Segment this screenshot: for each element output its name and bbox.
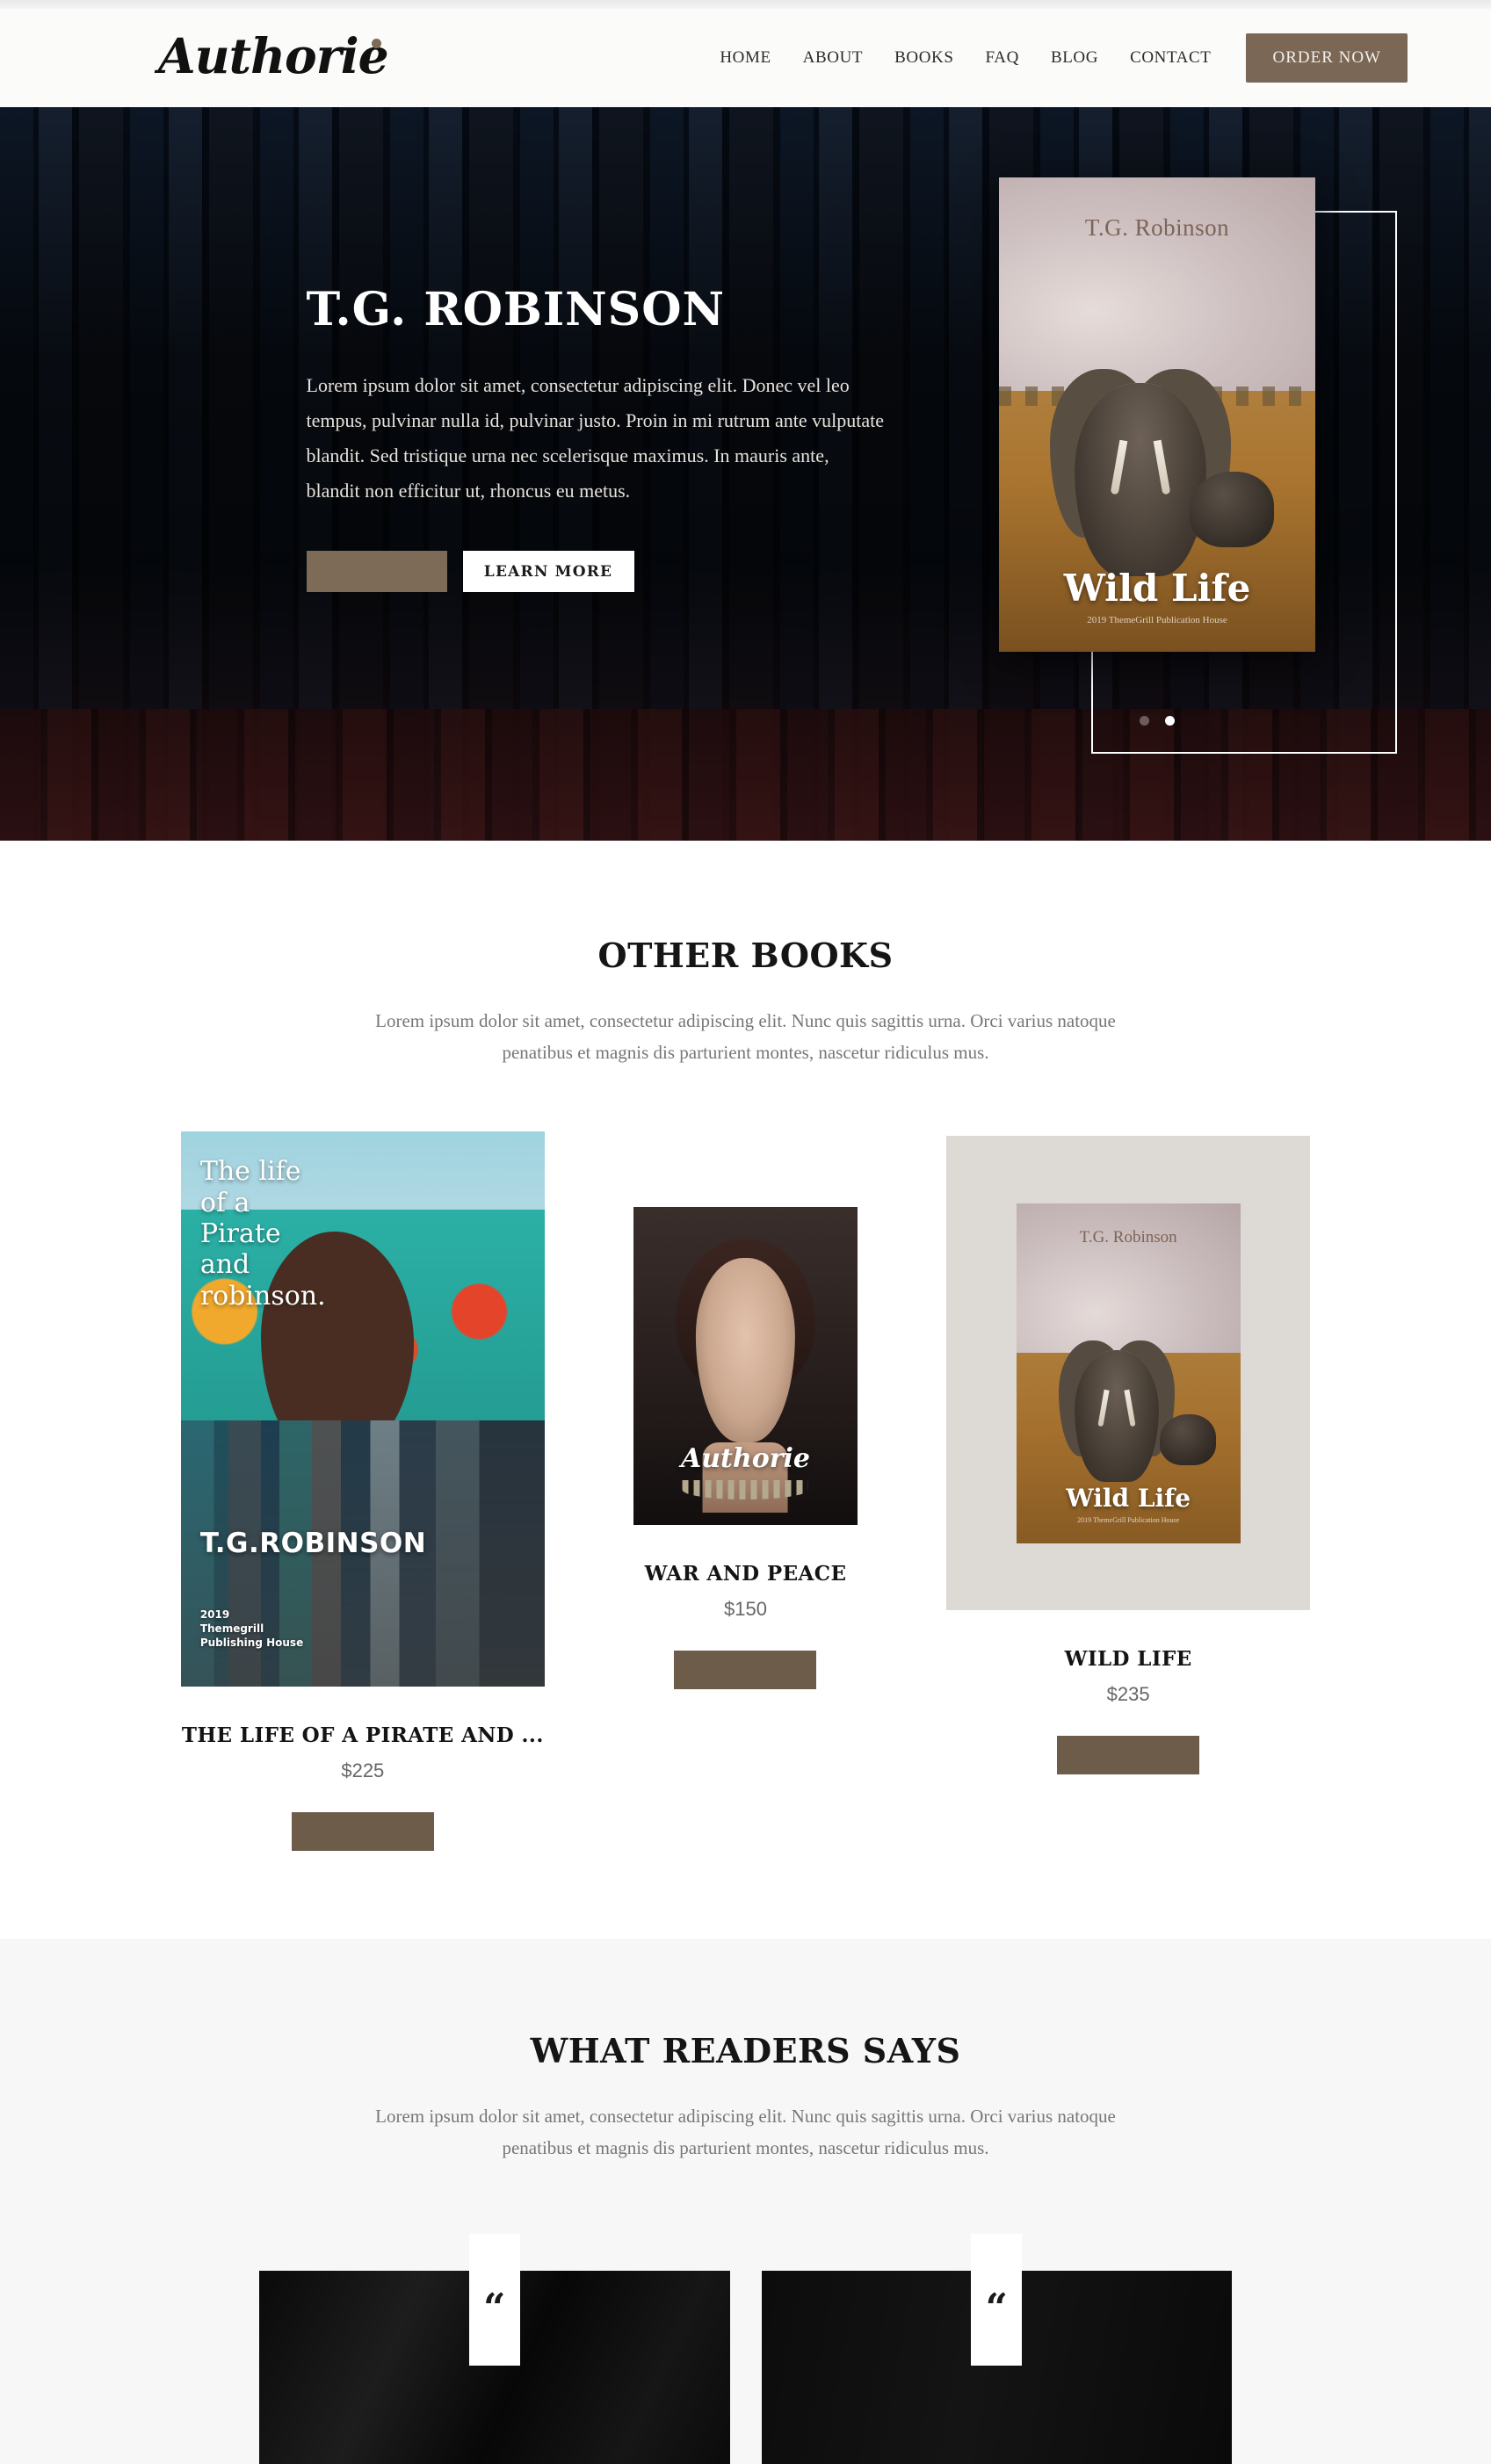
hero-paragraph: Lorem ipsum dolor sit amet, consectetur … [306, 374, 884, 502]
wildlife-cover-art: T.G. Robinson Wild Life 2019 ThemeGrill … [1016, 1203, 1241, 1543]
book-price: $150 [724, 1598, 767, 1621]
elephant-large-icon [1075, 382, 1207, 576]
wildlife-cover-author: T.G. Robinson [1079, 1227, 1177, 1246]
nav-item-contact[interactable]: CONTACT [1114, 40, 1227, 76]
hero-learn-more-button[interactable]: LEARN MORE [462, 551, 634, 593]
pirate-cover-title: The life of a Pirate and robinson. [199, 1156, 326, 1311]
logo-dot-icon [371, 38, 381, 48]
logo-text: Authorie [158, 26, 389, 84]
testimonials-subtitle: Lorem ipsum dolor sit amet, consectetur … [375, 2106, 1116, 2159]
nav-item-faq[interactable]: FAQ [970, 40, 1035, 76]
hero-button-group: LEARN MORE [306, 551, 816, 593]
book-buy-button[interactable] [674, 1651, 817, 1690]
hero-cover-publisher: 2019 ThemeGrill Publication House [1087, 615, 1227, 625]
book-title: WILD LIFE [1064, 1647, 1192, 1672]
book-title: WAR AND PEACE [644, 1562, 847, 1586]
book-buy-button[interactable] [291, 1812, 434, 1852]
elephant-small-icon [1190, 472, 1275, 548]
other-books-subtitle: Lorem ipsum dolor sit amet, consectetur … [375, 1010, 1116, 1064]
main-navigation: HOME ABOUT BOOKS FAQ BLOG CONTACT ORDER … [704, 33, 1408, 83]
books-grid: The life of a Pirate and robinson. T.G.ROBIN… [88, 1131, 1403, 1852]
pirate-cover-author: T.G.ROBINSON [199, 1528, 427, 1560]
other-books-title: OTHER BOOKS [597, 936, 894, 975]
cover-sky [999, 177, 1315, 401]
nav-item-home[interactable]: HOME [704, 40, 786, 76]
elephant-large-icon [1074, 1350, 1159, 1483]
hero-cover-title: Wild Life [1063, 567, 1251, 610]
nav-item-blog[interactable]: BLOG [1035, 40, 1114, 76]
book-cover-wild-life[interactable]: T.G. Robinson Wild Life 2019 ThemeGrill … [1016, 1203, 1241, 1543]
wildlife-cover-title: Wild Life [1066, 1483, 1191, 1513]
portrait-necklace [683, 1480, 808, 1500]
testimonials-section: WHAT READERS SAYS Lorem ipsum dolor sit … [0, 1939, 1491, 2464]
slider-dot-1[interactable] [1140, 716, 1149, 726]
hero-book-showcase: T.G. Robinson Wild Life 2019 ThemeGrill … [999, 177, 1397, 754]
testimonials-grid: “ “ [88, 2234, 1403, 2464]
other-books-section: OTHER BOOKS Lorem ipsum dolor sit amet, … [0, 841, 1491, 1940]
hero-slider: T.G. ROBINSON Lorem ipsum dolor sit amet… [0, 107, 1491, 841]
site-logo[interactable]: Authorie [158, 32, 389, 80]
slider-dot-2[interactable] [1165, 716, 1175, 726]
quote-badge: “ [971, 2234, 1023, 2366]
top-strip [0, 0, 1491, 9]
cover-sky [1016, 1203, 1241, 1360]
testimonial-card[interactable]: “ [761, 2234, 1232, 2464]
book-buy-button[interactable] [1057, 1736, 1200, 1775]
elephant-small-icon [1159, 1413, 1216, 1465]
hero-title: T.G. ROBINSON [306, 283, 726, 336]
hero-copy: T.G. ROBINSON Lorem ipsum dolor sit amet… [219, 107, 884, 593]
testimonial-card[interactable]: “ [259, 2234, 730, 2464]
nav-item-books[interactable]: BOOKS [879, 40, 969, 76]
quote-badge: “ [468, 2234, 520, 2366]
slider-dots [999, 716, 1315, 726]
portrait-cover-title: Authorie [680, 1443, 811, 1475]
portrait-cover-art [633, 1207, 858, 1526]
book-card: The life of a Pirate and robinson. T.G.ROBIN… [171, 1131, 554, 1852]
book-price: $225 [341, 1759, 385, 1782]
order-now-button[interactable]: ORDER NOW [1246, 33, 1408, 83]
book-card: T.G. Robinson Wild Life 2019 ThemeGrill … [937, 1131, 1320, 1851]
wildlife-cover-publisher: 2019 ThemeGrill Publication House [1077, 1515, 1180, 1524]
portrait-face [696, 1258, 795, 1443]
testimonials-title: WHAT READERS SAYS [530, 2031, 961, 2071]
nav-item-about[interactable]: ABOUT [787, 40, 879, 76]
hero-cover-author: T.G. Robinson [1084, 214, 1230, 241]
book-cover-war-and-peace[interactable]: Authorie [633, 1207, 858, 1526]
site-header: Authorie HOME ABOUT BOOKS FAQ BLOG CONTA… [0, 9, 1491, 107]
book-cover-wild-life-frame: T.G. Robinson Wild Life 2019 ThemeGrill … [946, 1136, 1311, 1611]
book-card: Authorie WAR AND PEACE $150 [554, 1131, 937, 1851]
book-cover-pirate[interactable]: The life of a Pirate and robinson. T.G.ROBIN… [180, 1131, 545, 1687]
hero-primary-button[interactable] [306, 551, 447, 593]
book-title: THE LIFE OF A PIRATE AND ... [181, 1723, 544, 1748]
book-price: $235 [1106, 1683, 1150, 1706]
pirate-cover-publisher: 2019 Themegrill Publishing House [199, 1608, 304, 1650]
hero-book-cover[interactable]: T.G. Robinson Wild Life 2019 ThemeGrill … [999, 177, 1315, 652]
